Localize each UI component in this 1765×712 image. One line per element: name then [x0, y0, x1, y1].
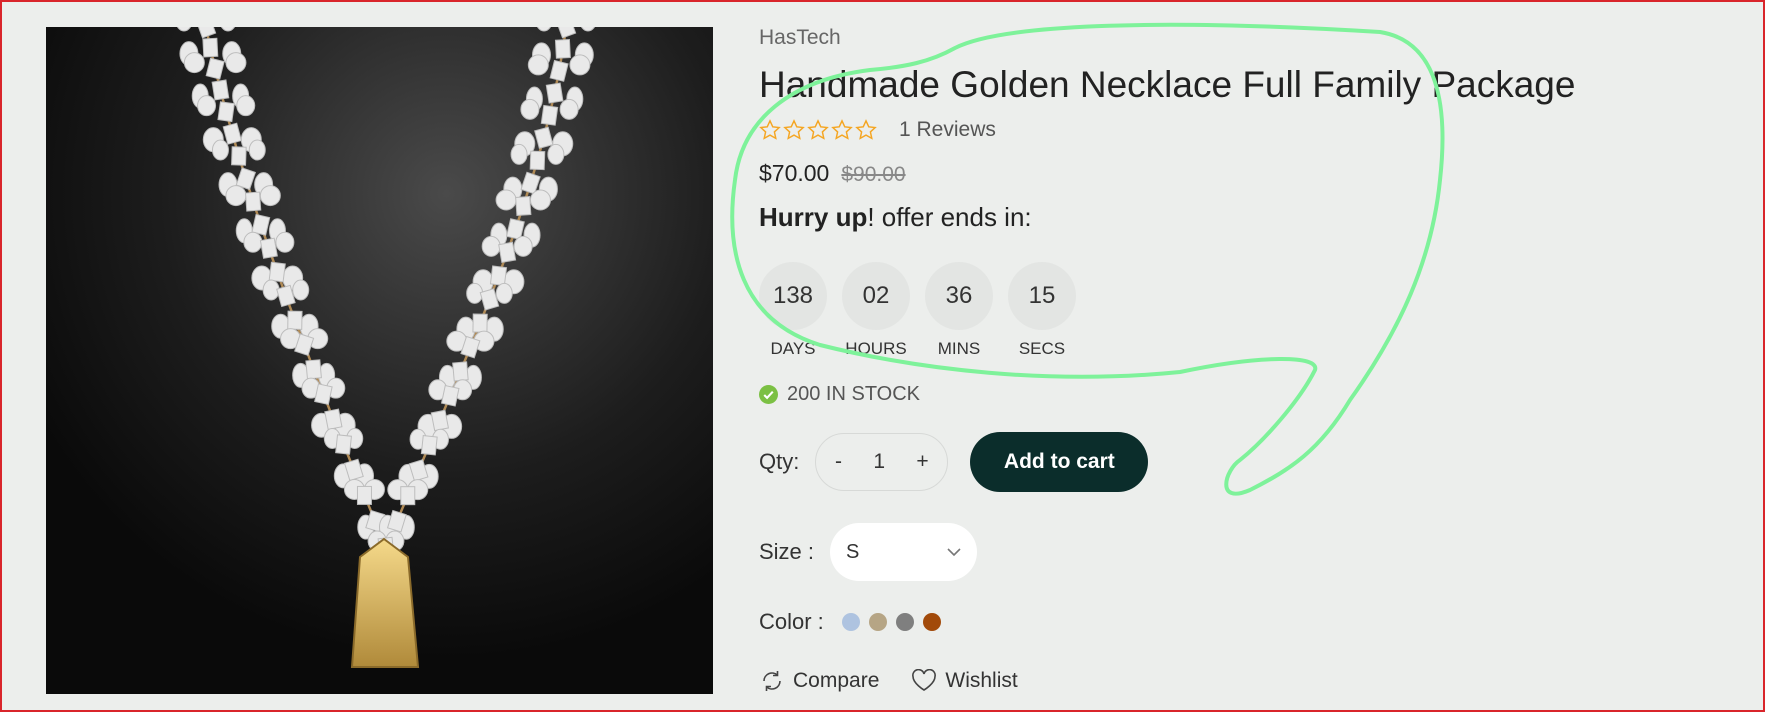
check-circle-icon [759, 385, 778, 404]
countdown-secs: 15 SECS [1008, 262, 1076, 359]
quantity-increase-button[interactable]: + [910, 450, 934, 474]
current-price: $70.00 [759, 160, 830, 186]
size-select[interactable]: S [830, 523, 978, 581]
offer-text: Hurry up! offer ends in: [759, 202, 1032, 233]
stock-status: 200 IN STOCK [759, 383, 920, 406]
countdown-hours: 02 HOURS [842, 262, 910, 359]
stock-text: 200 IN STOCK [787, 383, 921, 405]
countdown-label: MINS [937, 339, 981, 358]
countdown-days: 138 DAYS [759, 262, 827, 359]
product-image[interactable] [46, 27, 713, 694]
star-icon [783, 119, 805, 140]
product-title: Handmade Golden Necklace Full Family Pac… [759, 64, 1576, 105]
countdown-value: 15 [1008, 262, 1076, 330]
countdown-value: 02 [842, 262, 910, 330]
compare-link[interactable]: Compare [759, 668, 879, 694]
compare-label: Compare [793, 669, 880, 692]
old-price: $90.00 [841, 163, 906, 186]
wishlist-link[interactable]: Wishlist [911, 669, 1018, 693]
star-icon [831, 119, 853, 140]
quantity-row: Qty: - 1 + Add to cart [759, 432, 1149, 492]
countdown-label: DAYS [770, 339, 816, 358]
color-swatch-gray[interactable] [895, 613, 914, 631]
quantity-decrease-button[interactable]: - [829, 450, 848, 474]
countdown-value: 36 [925, 262, 993, 330]
compare-icon [763, 671, 781, 691]
color-swatch-tan[interactable] [868, 613, 887, 631]
star-icon [855, 119, 877, 140]
offer-bold: Hurry up [759, 202, 868, 232]
reviews-link[interactable]: 1 Reviews [899, 118, 996, 142]
offer-rest: ! offer ends in: [867, 202, 1032, 232]
countdown-mins: 36 MINS [925, 262, 993, 359]
quantity-stepper: - 1 + [815, 433, 949, 491]
rating-stars [759, 119, 877, 141]
color-row: Color : [759, 609, 950, 635]
size-label: Size : [759, 539, 815, 564]
wishlist-label: Wishlist [945, 669, 1018, 692]
color-swatch-brown[interactable] [922, 613, 941, 631]
add-to-cart-button[interactable]: Add to cart [970, 432, 1149, 492]
color-swatch-light-blue[interactable] [841, 613, 860, 631]
size-row: Size : S [759, 523, 978, 581]
color-label: Color : [759, 609, 824, 634]
rating-row: 1 Reviews [759, 118, 996, 142]
star-icon [807, 119, 829, 140]
countdown-label: SECS [1018, 339, 1066, 358]
countdown-value: 138 [759, 262, 827, 330]
product-actions: Compare Wishlist [759, 668, 1050, 694]
countdown-label: HOURS [845, 339, 907, 358]
star-icon [759, 119, 781, 140]
quantity-input[interactable]: 1 [873, 450, 885, 474]
product-brand[interactable]: HasTech [759, 26, 841, 50]
quantity-label: Qty: [759, 449, 800, 474]
chevron-down-icon [947, 548, 961, 557]
price-row: $70.00 $90.00 [759, 160, 906, 187]
heart-icon [912, 669, 937, 691]
size-selected-value: S [846, 540, 860, 563]
countdown-timer: 138 DAYS 02 HOURS 36 MINS 15 SECS [759, 262, 1076, 359]
